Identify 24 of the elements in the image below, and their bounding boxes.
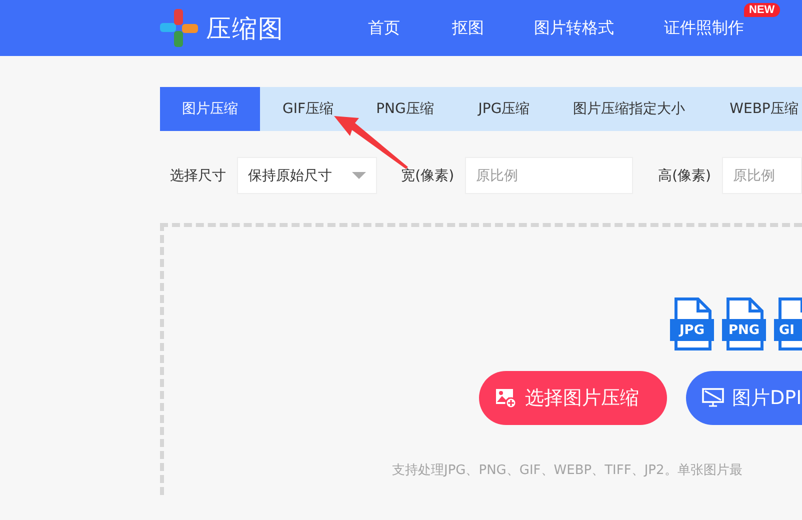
- nav-link[interactable]: 抠图: [452, 18, 484, 38]
- height-input[interactable]: 原比例: [722, 157, 802, 194]
- tab[interactable]: PNG压缩: [356, 87, 454, 131]
- width-label: 宽(像素): [401, 166, 454, 184]
- monitor-icon: [702, 388, 724, 408]
- dpi-button[interactable]: 图片DPI: [686, 371, 802, 425]
- new-badge: NEW: [744, 2, 780, 16]
- caret-icon: [352, 172, 366, 179]
- image-add-icon: [495, 387, 517, 409]
- supported-formats-note: 支持处理JPG、PNG、GIF、WEBP、TIFF、JP2。单张图片最: [392, 462, 744, 479]
- plus-logo-icon: [160, 9, 198, 47]
- tab[interactable]: 图片压缩指定大小: [554, 87, 704, 131]
- tab[interactable]: WEBP压缩: [704, 87, 802, 131]
- height-label: 高(像素): [658, 166, 711, 184]
- tab[interactable]: JPG压缩: [454, 87, 554, 131]
- nav-link[interactable]: 图片转格式: [534, 18, 614, 38]
- select-image-button[interactable]: 选择图片压缩: [479, 371, 667, 425]
- size-label: 选择尺寸: [170, 166, 226, 184]
- width-input[interactable]: 原比例: [465, 157, 634, 194]
- tab[interactable]: GIF压缩: [260, 87, 356, 131]
- nav-link[interactable]: 首页: [368, 18, 400, 38]
- tab[interactable]: 图片压缩: [160, 87, 260, 131]
- size-dropdown[interactable]: 保持原始尺寸: [237, 157, 378, 194]
- logo-text[interactable]: 压缩图: [206, 12, 284, 44]
